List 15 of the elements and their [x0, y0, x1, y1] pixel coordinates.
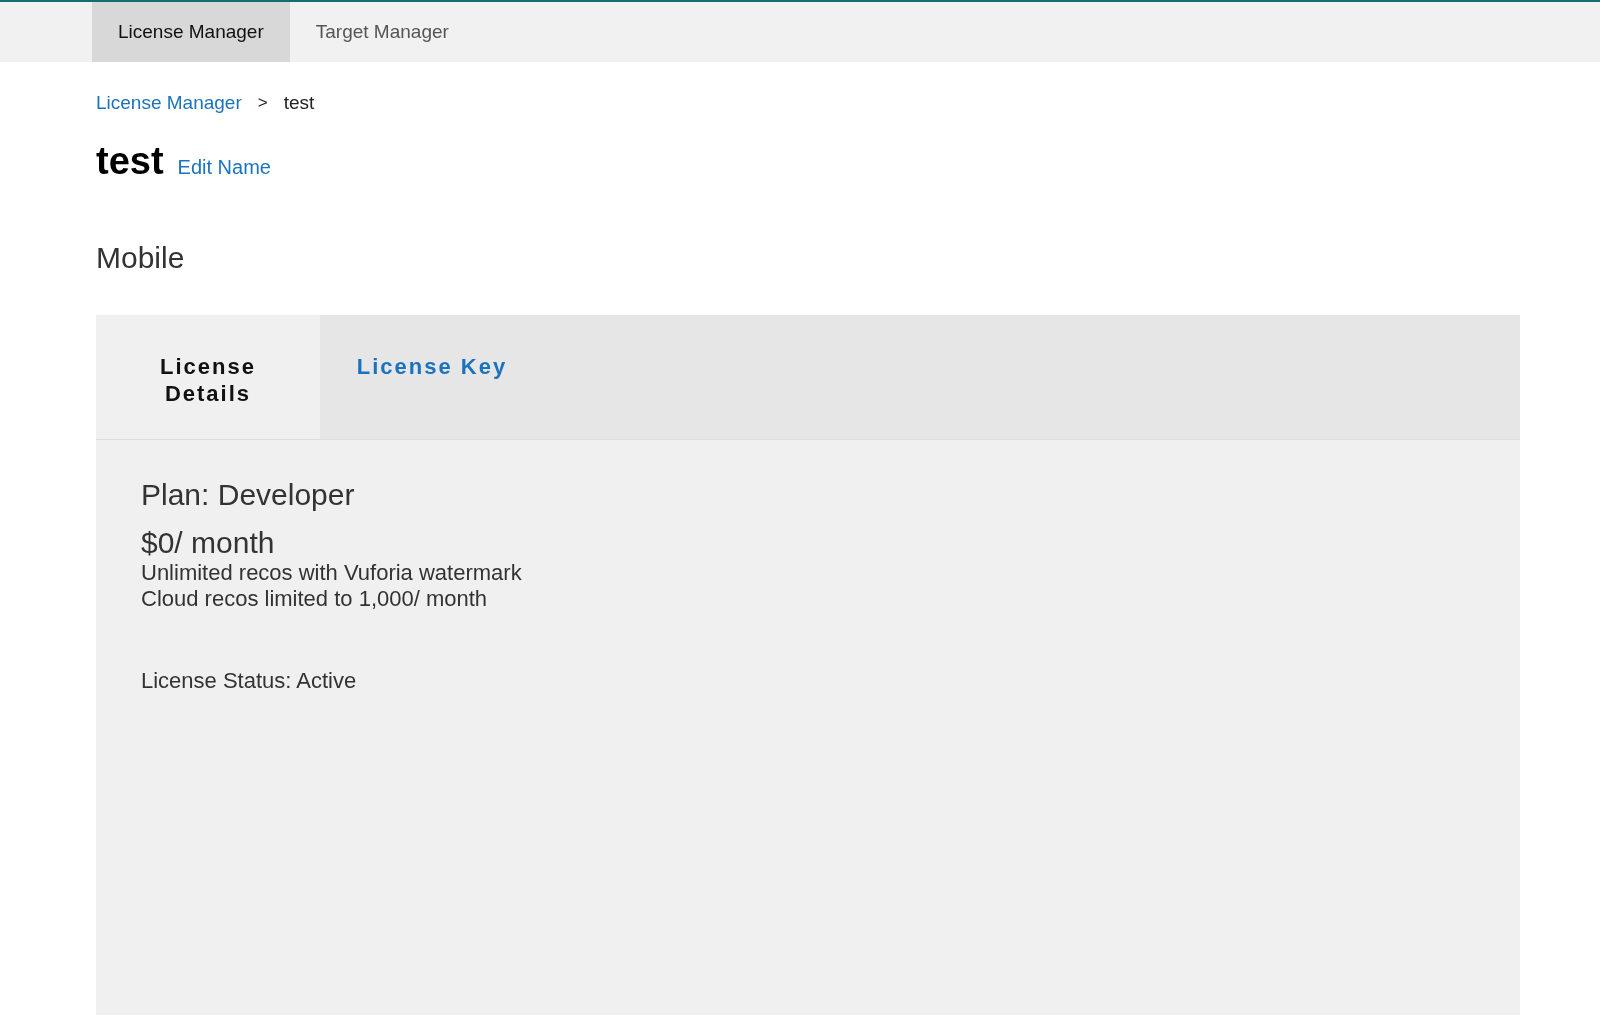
panel-tab[interactable]: License Details — [96, 315, 320, 439]
section-heading: Mobile — [96, 241, 186, 275]
page-title: test — [96, 140, 164, 183]
panel-tab[interactable]: License Key — [320, 315, 544, 439]
edit-name-link[interactable]: Edit Name — [177, 156, 271, 179]
plan-price: $0/ month — [141, 526, 276, 560]
breadcrumb-link[interactable]: License Manager — [96, 92, 242, 114]
breadcrumb-current: test — [283, 92, 315, 114]
plan-name: Plan: Developer — [141, 478, 356, 512]
nav-tab[interactable]: Target Manager — [289, 2, 475, 62]
nav-tab[interactable]: License Manager — [92, 2, 290, 62]
license-status: License Status: Active — [141, 668, 358, 694]
plan-feature: Unlimited recos with Vuforia watermark — [141, 560, 523, 586]
plan-feature: Cloud recos limited to 1,000/ month — [141, 586, 489, 612]
breadcrumb-separator: > — [257, 93, 268, 113]
